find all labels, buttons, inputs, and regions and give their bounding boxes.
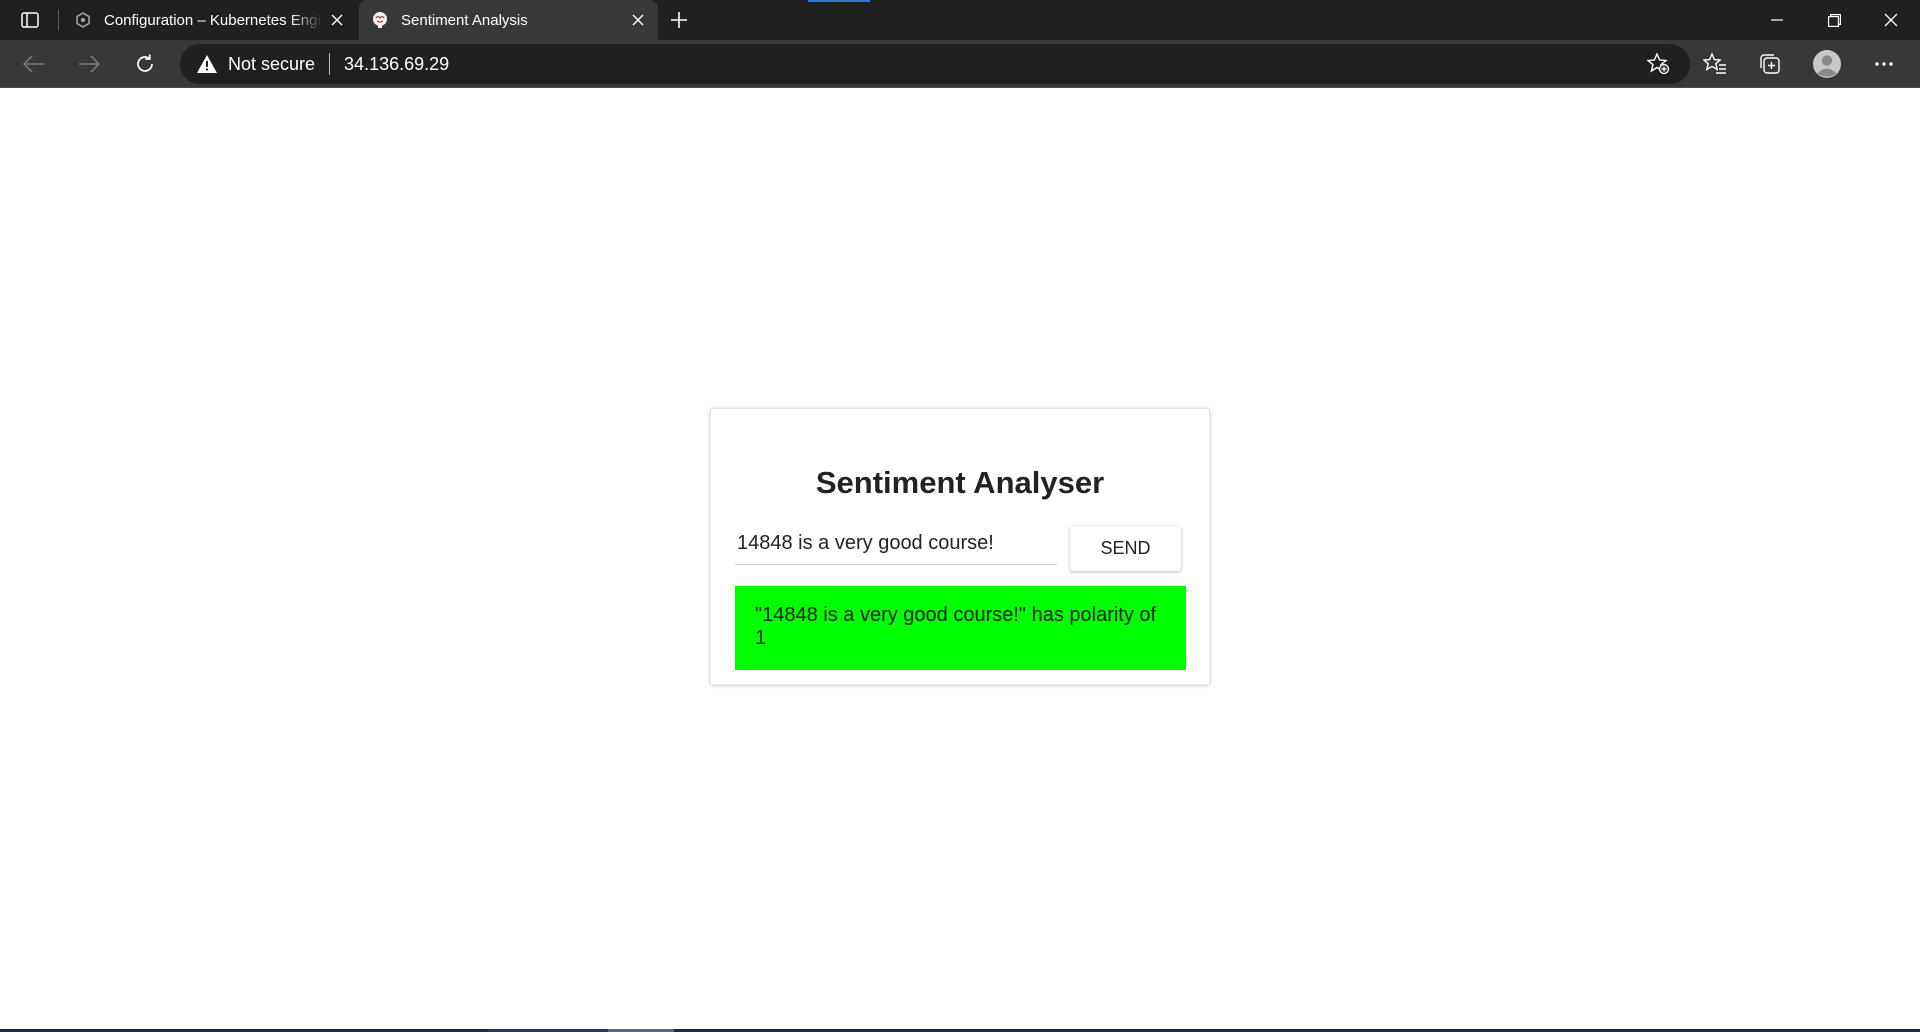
close-tab-icon[interactable]: [323, 6, 351, 34]
avatar-icon: [1813, 50, 1841, 78]
brain-icon: [371, 11, 389, 29]
collections-button[interactable]: [1750, 46, 1790, 82]
arrow-right-icon: [79, 55, 100, 73]
tab-separator: [58, 10, 59, 30]
sentence-input[interactable]: [735, 523, 1057, 565]
minimize-icon: [1771, 19, 1783, 21]
tab-kubernetes-configuration[interactable]: Configuration – Kubernetes Engi: [62, 0, 357, 40]
more-options-button[interactable]: [1864, 46, 1904, 82]
refresh-button[interactable]: [127, 46, 163, 82]
favorites-icon: [1703, 53, 1726, 74]
result-message: "14848 is a very good course!" has polar…: [735, 586, 1186, 670]
url-text[interactable]: 34.136.69.29: [344, 54, 449, 75]
close-window-button[interactable]: [1862, 0, 1920, 40]
close-icon: [1884, 13, 1898, 27]
collections-icon: [1760, 54, 1780, 74]
star-add-icon: [1647, 53, 1670, 75]
security-status-label[interactable]: Not secure: [228, 54, 315, 75]
restore-icon: [1827, 13, 1841, 27]
refresh-icon: [137, 54, 153, 72]
google-cloud-icon: [74, 11, 92, 29]
arrow-left-icon: [23, 55, 44, 73]
forward-button[interactable]: [71, 46, 107, 82]
tab-title: Sentiment Analysis: [401, 11, 528, 29]
new-tab-button[interactable]: [664, 6, 694, 34]
ellipsis-icon: [1875, 62, 1893, 66]
close-tab-icon[interactable]: [624, 6, 652, 34]
favorites-button[interactable]: [1695, 46, 1735, 82]
add-favorite-button[interactable]: [1644, 50, 1674, 78]
sentiment-card: Sentiment Analyser SEND "14848 is a very…: [710, 408, 1210, 685]
restore-button[interactable]: [1805, 0, 1863, 40]
profile-button[interactable]: [1807, 46, 1847, 82]
minimize-button[interactable]: [1748, 0, 1806, 40]
browser-toolbar: Not secure 34.136.69.29: [0, 40, 1920, 88]
send-button[interactable]: SEND: [1070, 526, 1181, 571]
page-title: Sentiment Analyser: [815, 465, 1105, 500]
back-button[interactable]: [16, 46, 52, 82]
address-divider: [329, 53, 331, 75]
tab-actions-button[interactable]: [16, 8, 44, 32]
tab-strip: Configuration – Kubernetes Engi Sentimen…: [0, 0, 1920, 40]
tab-sentiment-analysis[interactable]: Sentiment Analysis: [359, 0, 658, 40]
tab-drag-indicator: [808, 0, 870, 2]
tab-title: Configuration – Kubernetes Engi: [104, 11, 321, 29]
warning-icon[interactable]: [196, 53, 218, 75]
plus-icon: [671, 12, 687, 28]
browser-window: Configuration – Kubernetes Engi Sentimen…: [0, 0, 1920, 1032]
tab-actions-icon: [21, 12, 39, 28]
address-bar[interactable]: Not secure 34.136.69.29: [180, 44, 1690, 84]
